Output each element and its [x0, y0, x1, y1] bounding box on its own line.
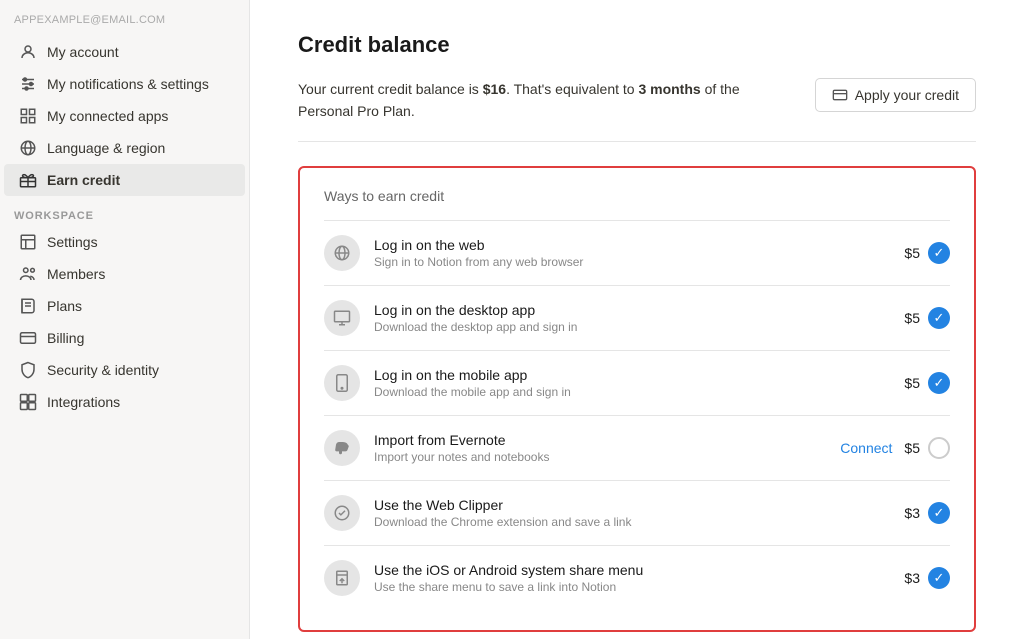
- web-icon: [324, 235, 360, 271]
- earn-item-web-login: Log in on the web Sign in to Notion from…: [324, 220, 950, 285]
- earn-item-desktop-login-title: Log in on the desktop app: [374, 302, 890, 318]
- apply-credit-button[interactable]: Apply your credit: [815, 78, 976, 112]
- earn-item-evernote-amount: $5: [904, 440, 920, 456]
- earn-item-desktop-login-info: Log in on the desktop app Download the d…: [374, 302, 890, 334]
- evernote-connect-button[interactable]: Connect: [840, 440, 892, 456]
- sidebar-item-my-account[interactable]: My account: [4, 36, 245, 68]
- earn-item-share-menu-info: Use the iOS or Android system share menu…: [374, 562, 890, 594]
- workspace-section-label: WORKSPACE: [0, 196, 249, 226]
- credit-description: Your current credit balance is $16. That…: [298, 78, 795, 123]
- earn-item-share-menu-amount: $3: [904, 570, 920, 586]
- earn-item-evernote-info: Import from Evernote Import your notes a…: [374, 432, 826, 464]
- sidebar-item-earn-credit[interactable]: Earn credit: [4, 164, 245, 196]
- sidebar-item-integrations[interactable]: Integrations: [4, 386, 245, 418]
- check-icon-mobile: ✓: [928, 372, 950, 394]
- earn-item-mobile-login-info: Log in on the mobile app Download the mo…: [374, 367, 890, 399]
- sidebar-item-settings[interactable]: Settings: [4, 226, 245, 258]
- earn-item-web-clipper-info: Use the Web Clipper Download the Chrome …: [374, 497, 890, 529]
- apps-icon: [18, 392, 38, 412]
- earn-item-mobile-login-right: $5 ✓: [904, 372, 950, 394]
- earn-item-web-clipper-right: $3 ✓: [904, 502, 950, 524]
- table-icon: [18, 232, 38, 252]
- earn-item-evernote-title: Import from Evernote: [374, 432, 826, 448]
- credit-card-icon: [832, 87, 848, 103]
- sidebar-item-connected-apps[interactable]: My connected apps: [4, 100, 245, 132]
- earn-box-title: Ways to earn credit: [324, 188, 950, 204]
- sidebar-item-security[interactable]: Security & identity: [4, 354, 245, 386]
- check-icon-clipper: ✓: [928, 502, 950, 524]
- mobile-icon: [324, 365, 360, 401]
- earn-item-web-login-title: Log in on the web: [374, 237, 890, 253]
- card-icon: [18, 328, 38, 348]
- earn-item-share-menu: Use the iOS or Android system share menu…: [324, 545, 950, 610]
- earn-item-desktop-login-desc: Download the desktop app and sign in: [374, 320, 890, 334]
- book-icon: [18, 296, 38, 316]
- earn-item-evernote: Import from Evernote Import your notes a…: [324, 415, 950, 480]
- earn-item-share-menu-desc: Use the share menu to save a link into N…: [374, 580, 890, 594]
- sliders-icon: [18, 74, 38, 94]
- earn-credit-box: Ways to earn credit Log in on the web Si…: [298, 166, 976, 632]
- clipper-icon: [324, 495, 360, 531]
- earn-item-share-menu-right: $3 ✓: [904, 567, 950, 589]
- earn-item-web-clipper-title: Use the Web Clipper: [374, 497, 890, 513]
- sidebar-item-language-label: Language & region: [47, 140, 165, 156]
- earn-item-web-login-info: Log in on the web Sign in to Notion from…: [374, 237, 890, 269]
- earn-item-mobile-login: Log in on the mobile app Download the mo…: [324, 350, 950, 415]
- check-icon-desktop: ✓: [928, 307, 950, 329]
- sidebar-item-notifications-label: My notifications & settings: [47, 76, 209, 92]
- earn-item-web-clipper: Use the Web Clipper Download the Chrome …: [324, 480, 950, 545]
- earn-item-web-clipper-amount: $3: [904, 505, 920, 521]
- page-title: Credit balance: [298, 32, 976, 58]
- shield-icon: [18, 360, 38, 380]
- sidebar-item-members[interactable]: Members: [4, 258, 245, 290]
- earn-item-web-login-amount: $5: [904, 245, 920, 261]
- earn-item-desktop-login: Log in on the desktop app Download the d…: [324, 285, 950, 350]
- evernote-icon: [324, 430, 360, 466]
- main-content: Credit balance Your current credit balan…: [250, 0, 1024, 639]
- check-icon-web: ✓: [928, 242, 950, 264]
- sidebar-item-integrations-label: Integrations: [47, 394, 120, 410]
- sidebar-item-billing[interactable]: Billing: [4, 322, 245, 354]
- earn-item-web-login-desc: Sign in to Notion from any web browser: [374, 255, 890, 269]
- sidebar-item-language[interactable]: Language & region: [4, 132, 245, 164]
- earn-item-share-menu-title: Use the iOS or Android system share menu: [374, 562, 890, 578]
- sidebar-item-billing-label: Billing: [47, 330, 84, 346]
- earn-item-web-clipper-desc: Download the Chrome extension and save a…: [374, 515, 890, 529]
- sidebar-item-my-account-label: My account: [47, 44, 119, 60]
- grid-icon: [18, 106, 38, 126]
- unchecked-circle-evernote: [928, 437, 950, 459]
- sidebar-item-members-label: Members: [47, 266, 105, 282]
- sidebar: APPEXAMPLE@EMAIL.COM My account My notif…: [0, 0, 250, 639]
- earn-item-evernote-desc: Import your notes and notebooks: [374, 450, 826, 464]
- person-icon: [18, 42, 38, 62]
- globe-icon: [18, 138, 38, 158]
- gift-icon: [18, 170, 38, 190]
- sidebar-item-security-label: Security & identity: [47, 362, 159, 378]
- sidebar-item-plans[interactable]: Plans: [4, 290, 245, 322]
- sidebar-item-notifications[interactable]: My notifications & settings: [4, 68, 245, 100]
- earn-item-desktop-login-right: $5 ✓: [904, 307, 950, 329]
- earn-item-evernote-right: Connect $5: [840, 437, 950, 459]
- credit-header: Your current credit balance is $16. That…: [298, 78, 976, 142]
- sidebar-item-settings-label: Settings: [47, 234, 98, 250]
- earn-item-mobile-login-desc: Download the mobile app and sign in: [374, 385, 890, 399]
- user-email: APPEXAMPLE@EMAIL.COM: [0, 8, 249, 36]
- sidebar-item-earn-credit-label: Earn credit: [47, 172, 120, 188]
- earn-item-desktop-login-amount: $5: [904, 310, 920, 326]
- earn-item-web-login-right: $5 ✓: [904, 242, 950, 264]
- people-icon: [18, 264, 38, 284]
- desktop-icon: [324, 300, 360, 336]
- check-icon-share: ✓: [928, 567, 950, 589]
- sidebar-item-connected-apps-label: My connected apps: [47, 108, 168, 124]
- earn-item-mobile-login-title: Log in on the mobile app: [374, 367, 890, 383]
- earn-item-mobile-login-amount: $5: [904, 375, 920, 391]
- share-icon: [324, 560, 360, 596]
- sidebar-item-plans-label: Plans: [47, 298, 82, 314]
